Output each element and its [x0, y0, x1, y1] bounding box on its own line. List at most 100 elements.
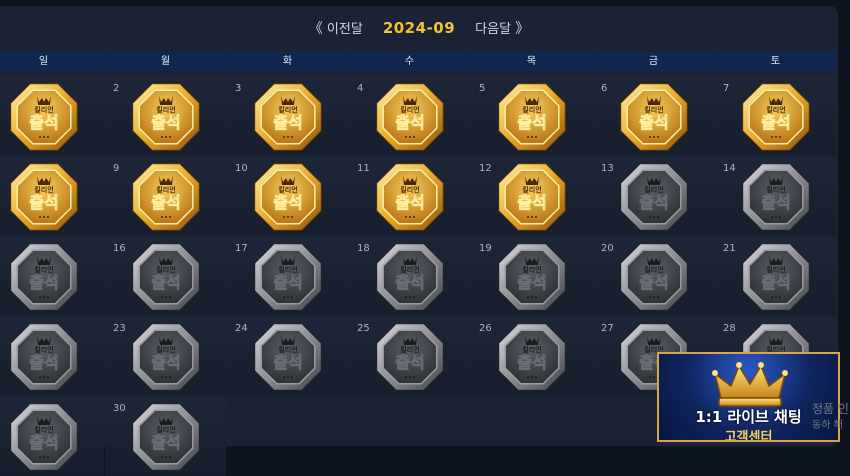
day-cell[interactable]: 9 킬리언출석 — [105, 157, 226, 236]
not-attended-badge-icon: 킬리언출석 — [251, 240, 325, 314]
not-attended-badge-icon: 킬리언출석 — [739, 160, 813, 234]
day-number: 4 — [357, 83, 364, 94]
badge-stamp-text: 출석 — [395, 113, 424, 132]
day-cell[interactable]: 킬리언 출석 — [0, 237, 104, 316]
badge-stamp-text: 출석 — [273, 353, 302, 372]
day-cell[interactable]: 7 킬리언 출석 — [715, 77, 836, 156]
badge-stamp-text: 출석 — [29, 193, 58, 212]
not-attended-badge-icon: 킬리언출석 — [129, 320, 203, 394]
badge-stamp-text: 출석 — [151, 193, 180, 212]
day-cell[interactable]: 10 킬리언 출석 — [227, 157, 348, 236]
day-cell[interactable]: 16 킬리언 출석 — [105, 237, 226, 316]
badge-stamp-text: 출석 — [639, 113, 668, 132]
badge-stamp-text: 출석 — [395, 353, 424, 372]
day-number: 2 — [113, 83, 120, 94]
prev-month-label: 이전달 — [326, 22, 363, 37]
attended-badge-icon: 킬리언 출석 — [7, 80, 81, 154]
badge-stamp-text: 출석 — [151, 353, 180, 372]
day-cell[interactable]: 2킬리언출석 — [0, 317, 104, 396]
day-number: 14 — [723, 163, 736, 174]
day-cell[interactable]: 14 킬리언 출석 — [715, 157, 836, 236]
month-navigation: 《 이전달 2024-09 다음달 》 — [0, 8, 838, 48]
day-number: 12 — [479, 163, 492, 174]
day-cell[interactable]: 13 킬리언 출석 — [593, 157, 714, 236]
day-number: 3 — [235, 83, 242, 94]
badge-stamp-text: 출석 — [761, 273, 790, 292]
day-cell[interactable]: 25 킬리언 출석 — [349, 317, 470, 396]
badge-stamp-text: 출석 — [29, 113, 58, 132]
badge-stamp-text: 출석 — [273, 273, 302, 292]
badge-stamp-text: 출석 — [517, 193, 546, 212]
day-cell[interactable]: 4 킬리언 출석 — [349, 77, 470, 156]
badge-stamp-text: 출석 — [29, 353, 58, 372]
badge-stamp-text: 출석 — [29, 433, 58, 452]
badge-stamp-text: 출석 — [151, 433, 180, 452]
not-attended-badge-icon: 킬리언출석 — [7, 400, 81, 474]
day-number: 10 — [235, 163, 248, 174]
day-number: 30 — [113, 403, 126, 414]
day-cell[interactable]: 2킬리언출석 — [105, 77, 226, 156]
day-number: 18 — [357, 243, 370, 254]
day-number: 16 — [113, 243, 126, 254]
attended-badge-icon: 킬리언 출석 — [129, 160, 203, 234]
attended-badge-icon: 킬리언 출석 — [495, 160, 569, 234]
attended-badge-icon: 킬리언 출석 — [7, 160, 81, 234]
not-attended-badge-icon: 킬리언출석 — [7, 240, 81, 314]
not-attended-badge-icon: 킬리언출석 — [373, 320, 447, 394]
day-cell[interactable]: 17 킬리언 출석 — [227, 237, 348, 316]
badge-stamp-text: 출석 — [395, 193, 424, 212]
day-cell[interactable]: 23 킬리언 출석 — [105, 317, 226, 396]
current-month: 2024-09 — [382, 19, 456, 37]
not-attended-badge-icon: 킬리언출석 — [495, 320, 569, 394]
day-number: 26 — [479, 323, 492, 334]
day-cell[interactable]: 6 킬리언 출석 — [593, 77, 714, 156]
day-cell[interactable]: 5 킬리언 출석 — [471, 77, 592, 156]
day-number: 11 — [357, 163, 370, 174]
not-attended-badge-icon: 킬리언출석 — [251, 320, 325, 394]
day-number: 13 — [601, 163, 614, 174]
day-cell[interactable]: 18 킬리언 출석 — [349, 237, 470, 316]
day-number: 27 — [601, 323, 614, 334]
weekday-fri: 금 — [593, 52, 714, 71]
day-cell[interactable]: 21 킬리언 출석 — [715, 237, 836, 316]
day-cell[interactable]: 30 킬리언 출석 — [105, 397, 226, 476]
weekday-sun: 일 — [0, 52, 104, 71]
not-attended-badge-icon: 킬리언출석 — [617, 240, 691, 314]
next-month-link[interactable]: 다음달 》 — [475, 18, 529, 38]
day-cell[interactable]: 12 킬리언 출석 — [471, 157, 592, 236]
attended-badge-icon: 킬리언 출석 — [251, 160, 325, 234]
badge-stamp-text: 출석 — [273, 193, 302, 212]
day-number: 7 — [723, 83, 730, 94]
day-number: 21 — [723, 243, 736, 254]
day-number: 6 — [601, 83, 608, 94]
not-attended-badge-icon: 킬리언출석 — [495, 240, 569, 314]
attended-badge-icon: 킬리언 출석 — [373, 160, 447, 234]
prev-month-link[interactable]: 《 이전달 — [309, 18, 363, 38]
day-cell[interactable]: 26 킬리언 출석 — [471, 317, 592, 396]
badge-stamp-text: 출석 — [761, 113, 790, 132]
weekday-wed: 수 — [349, 52, 470, 71]
day-cell[interactable]: 킬리언 출석 — [0, 77, 104, 156]
attended-badge-icon: 킬리언 출석 — [495, 80, 569, 154]
day-cell[interactable]: 24 킬리언 출석 — [227, 317, 348, 396]
day-number: 19 — [479, 243, 492, 254]
badge-stamp-text: 출석 — [151, 273, 180, 292]
badge-stamp-text: 출석 — [517, 353, 546, 372]
not-attended-badge-icon: 킬리언출석 — [739, 240, 813, 314]
badge-stamp-text: 출석 — [639, 273, 668, 292]
weekday-sat: 토 — [715, 52, 836, 71]
badge-stamp-text: 출석 — [639, 193, 668, 212]
attended-badge-icon: 킬리언 출석 — [373, 80, 447, 154]
day-number: 9 — [113, 163, 120, 174]
day-cell[interactable]: 3 킬리언 출석 — [227, 77, 348, 156]
day-number: 23 — [113, 323, 126, 334]
day-cell[interactable]: 11 킬리언 출석 — [349, 157, 470, 236]
not-attended-badge-icon: 킬리언출석 — [129, 240, 203, 314]
badge-stamp-text: 출석 — [517, 113, 546, 132]
day-cell[interactable]: 9킬리언출석 — [0, 397, 104, 476]
day-number: 28 — [723, 323, 736, 334]
day-cell[interactable]: 19 킬리언 출석 — [471, 237, 592, 316]
not-attended-badge-icon: 킬리언출석 — [129, 400, 203, 474]
day-cell[interactable]: 20 킬리언 출석 — [593, 237, 714, 316]
day-cell[interactable]: 킬리언 출석 — [0, 157, 104, 236]
